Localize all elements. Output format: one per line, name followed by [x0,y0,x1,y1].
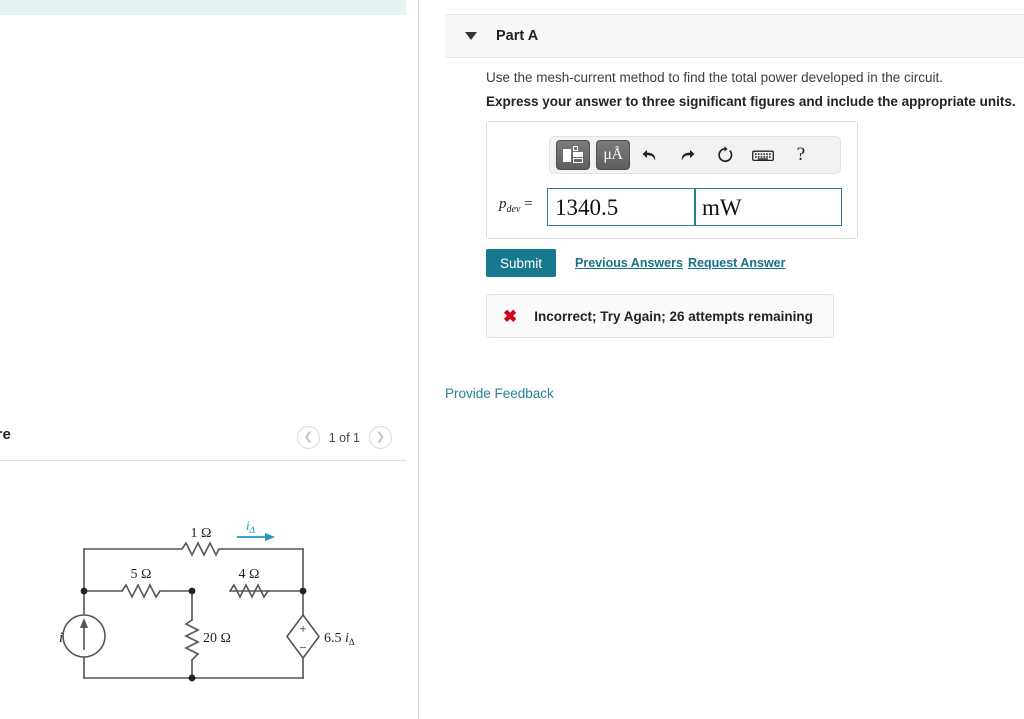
answer-label-symbol: p [499,196,507,212]
label-top-resistor: 1 Ω [191,526,212,541]
figure-title: Figure [0,426,12,443]
provide-feedback-link[interactable]: Provide Feedback [445,386,554,401]
label-current-source: i [59,630,63,646]
label-left-resistor: 5 Ω [131,567,152,582]
undo-arrow-icon[interactable] [630,140,668,170]
problem-panel: Part A Use the mesh-current method to fi… [419,0,1024,719]
answer-label: pdev = [499,196,533,215]
chevron-right-icon[interactable]: ❯ [369,426,392,449]
question-prompt: Use the mesh-current method to find the … [486,70,943,85]
feedback-banner: ✖ Incorrect; Try Again; 26 attempts rema… [486,294,834,338]
previous-answers-link[interactable]: Previous Answers [575,256,683,270]
top-notification-banner [0,0,406,15]
figure-panel: Figure ❮ 1 of 1 ❯ [0,0,406,719]
chevron-left-icon[interactable]: ❮ [296,426,320,449]
x-mark-icon: ✖ [503,306,518,326]
question-instruction: Express your answer to three significant… [486,94,1016,109]
request-answer-link[interactable]: Request Answer [688,256,785,270]
answer-value-input[interactable]: 1340.5 [547,188,695,226]
keyboard-icon[interactable] [744,140,782,170]
submit-button[interactable]: Submit [486,249,556,277]
circuit-diagram-svg: 1 Ω 5 Ω 4 Ω 20 Ω i iΔ 6.5 iΔ + − [59,518,355,682]
answer-unit-input[interactable]: mW [695,188,842,226]
help-button[interactable]: ? [782,140,820,170]
redo-arrow-icon[interactable] [668,140,706,170]
dependent-source-minus: − [299,640,306,655]
keyboard-glyph [752,150,774,161]
part-title: Part A [496,28,539,44]
label-middle-resistor: 20 Ω [203,631,231,646]
label-i-delta: iΔ [246,518,255,535]
part-a-header[interactable]: Part A [445,14,1024,58]
figure-pagination[interactable]: ❮ 1 of 1 ❯ [296,426,392,449]
label-dependent-source: 6.5 iΔ [324,631,355,647]
math-template-icon[interactable] [556,140,590,170]
redo-arrow-glyph [681,149,694,161]
caret-down-icon[interactable] [465,32,477,40]
circuit-figure[interactable]: 1 Ω 5 Ω 4 Ω 20 Ω i iΔ 6.5 iΔ + − [0,460,406,719]
undo-arrow-glyph [642,149,655,161]
pager-label: 1 of 1 [328,430,360,445]
answer-label-equals: = [524,196,533,212]
label-right-resistor: 4 Ω [239,567,260,582]
units-button[interactable]: μÅ [596,140,630,170]
feedback-message: Incorrect; Try Again; 26 attempts remain… [534,308,813,324]
answer-toolbar[interactable]: μÅ ? [549,136,841,174]
reset-circle-glyph [718,146,733,163]
dependent-source-plus: + [299,621,306,636]
reset-circle-icon[interactable] [706,140,744,170]
answer-label-subscript: dev [506,204,521,215]
answer-entry-box: μÅ ? pdev = 1340.5 mW [486,121,858,239]
